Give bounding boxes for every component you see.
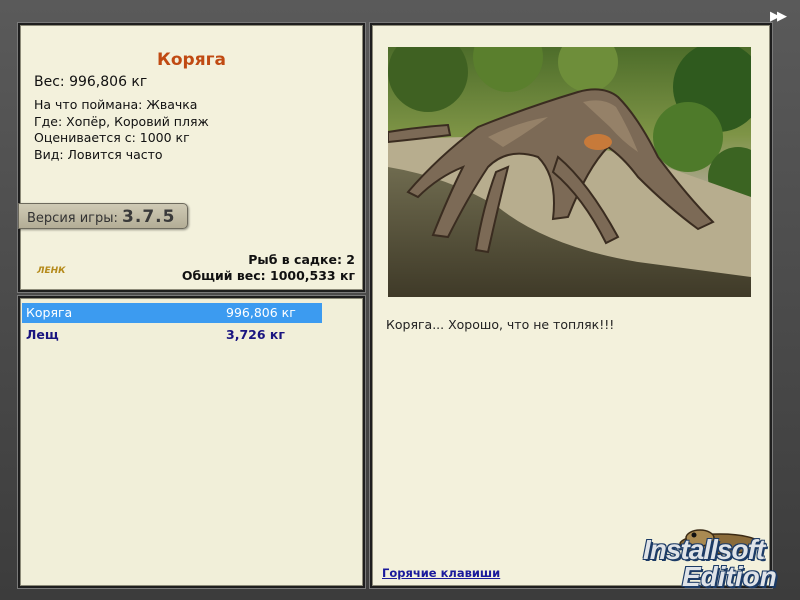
caught-on: На что поймана: Жвачка: [34, 97, 198, 112]
fish-info-panel: Коряга Вес: 996,806 кг На что поймана: Ж…: [18, 23, 365, 292]
version-number: 3.7.5: [122, 207, 176, 227]
fish-weight: Вес: 996,806 кг: [34, 74, 148, 90]
game-version-badge: Версия игры: 3.7.5: [18, 203, 188, 229]
photo-caption: Коряга... Хорошо, что не топляк!!!: [386, 317, 615, 332]
caught-where: Где: Хопёр, Коровий пляж: [34, 113, 209, 129]
fish-photo-panel: Коряга... Хорошо, что не топляк!!! Горяч…: [370, 23, 772, 588]
list-item-name: Лещ: [26, 327, 59, 342]
fish-count: Рыб в садке: 2: [248, 252, 355, 267]
installsoft-edition-logo: Installsoft Edition: [640, 520, 800, 600]
fish-title: Коряга: [156, 50, 226, 70]
list-item[interactable]: Лещ 3,726 кг: [22, 325, 322, 345]
keepnet-totals: Рыб в садке: 2 Общий вес: 1000,533 кг: [182, 252, 355, 284]
brand-line-2: Edition: [682, 561, 777, 592]
fish-details: На что поймана: Жвачка Где: Хопёр, Коров…: [34, 97, 209, 163]
small-logo: ЛЕНК: [37, 266, 66, 276]
list-item[interactable]: Коряга 996,806 кг: [22, 303, 322, 323]
list-item-name: Коряга: [26, 305, 73, 320]
hotkeys-link[interactable]: Горячие клавиши: [382, 566, 500, 580]
frequency: Вид: Ловится часто: [34, 146, 163, 162]
list-item-weight: 3,726 кг: [226, 327, 285, 342]
fast-forward-icon[interactable]: ▶▶: [770, 10, 792, 24]
rated-from: Оценивается с: 1000 кг: [34, 130, 190, 145]
driftwood-image: [388, 47, 751, 297]
driftwood-photo: [388, 47, 751, 297]
version-label: Версия игры:: [27, 211, 118, 226]
total-weight: Общий вес: 1000,533 кг: [181, 268, 355, 283]
catch-list-panel: Коряга 996,806 кг Лещ 3,726 кг: [18, 296, 365, 588]
list-item-weight: 996,806 кг: [226, 305, 296, 320]
